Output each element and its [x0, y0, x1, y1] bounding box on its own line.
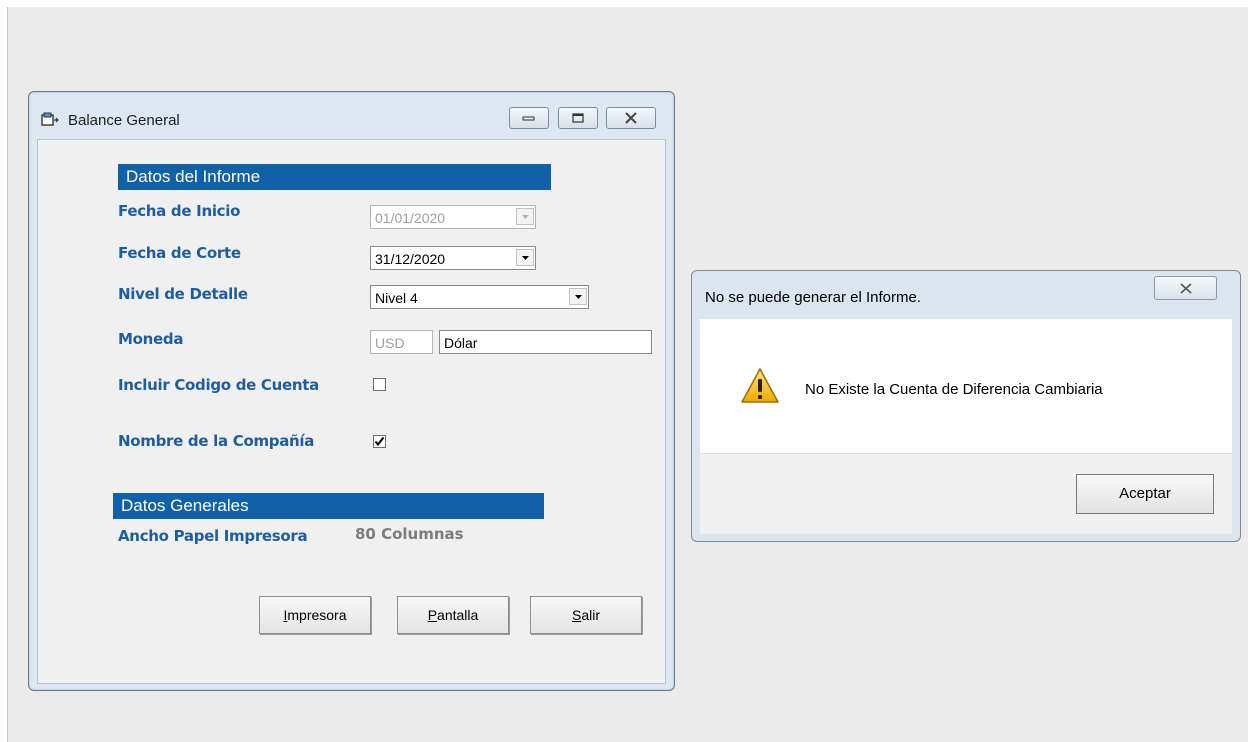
nombre-compania-label: Nombre de la Compañía [118, 432, 315, 450]
incluir-codigo-label: Incluir Codigo de Cuenta [118, 376, 319, 394]
salir-accelerator: S [571, 607, 582, 623]
error-dialog: No se puede generar el Informe. No Exist… [691, 270, 1241, 542]
salir-button[interactable]: Salir [530, 596, 642, 634]
chevron-down-icon [574, 294, 582, 299]
fecha-corte-dropdown-button[interactable] [516, 249, 534, 266]
dialog-message: No Existe la Cuenta de Diferencia Cambia… [805, 381, 1103, 398]
moneda-name-field[interactable]: Dólar [439, 330, 652, 354]
fecha-inicio-date-picker: 01/01/2020 [370, 205, 536, 229]
fecha-corte-label: Fecha de Corte [118, 244, 241, 262]
nivel-detalle-dropdown-button[interactable] [569, 288, 587, 305]
maximize-icon [572, 113, 584, 123]
checkmark-icon [374, 436, 385, 447]
window-client-area: Datos del Informe Fecha de Inicio 01/01/… [37, 139, 666, 684]
section-header-datos-informe: Datos del Informe [118, 164, 551, 190]
window-title: Balance General [68, 112, 180, 129]
screen-top-edge [0, 0, 1248, 7]
moneda-label: Moneda [118, 330, 184, 348]
nivel-detalle-label: Nivel de Detalle [118, 285, 248, 303]
salir-label: alir [581, 607, 600, 623]
close-icon [1179, 282, 1192, 294]
balance-general-window: Balance General Datos del Informe Fecha … [28, 91, 675, 691]
incluir-codigo-checkbox[interactable] [373, 378, 386, 391]
fecha-corte-value: 31/12/2020 [375, 251, 446, 267]
fecha-inicio-dropdown-button [516, 208, 534, 225]
close-button[interactable] [606, 107, 656, 129]
ancho-papel-value: 80 Columnas [355, 525, 464, 543]
maximize-button[interactable] [558, 107, 598, 129]
pantalla-button[interactable]: Pantalla [397, 596, 509, 634]
fecha-inicio-label: Fecha de Inicio [118, 202, 241, 220]
chevron-down-icon [521, 214, 529, 219]
ancho-papel-label: Ancho Papel Impresora [118, 527, 308, 545]
screen-divider [7, 7, 8, 742]
nombre-compania-checkbox[interactable] [373, 435, 386, 448]
pantalla-label: antalla [437, 607, 479, 623]
dialog-body: No Existe la Cuenta de Diferencia Cambia… [700, 319, 1232, 453]
screen-left-edge [0, 0, 7, 742]
minimize-icon [522, 116, 535, 121]
chevron-down-icon [521, 255, 529, 260]
warning-icon [741, 368, 779, 403]
pantalla-accelerator: P [427, 607, 438, 623]
app-icon [41, 112, 59, 126]
fecha-corte-date-picker[interactable]: 31/12/2020 [370, 246, 536, 270]
aceptar-button[interactable]: Aceptar [1076, 474, 1214, 514]
nivel-detalle-value: Nivel 4 [375, 290, 418, 306]
minimize-button[interactable] [509, 107, 549, 129]
moneda-code-field: USD [370, 330, 433, 354]
dialog-footer: Aceptar [700, 453, 1232, 534]
dialog-title: No se puede generar el Informe. [705, 289, 921, 306]
impresora-button[interactable]: Impresora [259, 596, 371, 634]
dialog-close-button[interactable] [1154, 276, 1217, 300]
impresora-label: mpresora [287, 607, 347, 623]
close-icon [625, 112, 637, 124]
fecha-inicio-value: 01/01/2020 [375, 210, 446, 226]
section-header-datos-generales: Datos Generales [113, 493, 544, 519]
nivel-detalle-select[interactable]: Nivel 4 [370, 285, 589, 309]
